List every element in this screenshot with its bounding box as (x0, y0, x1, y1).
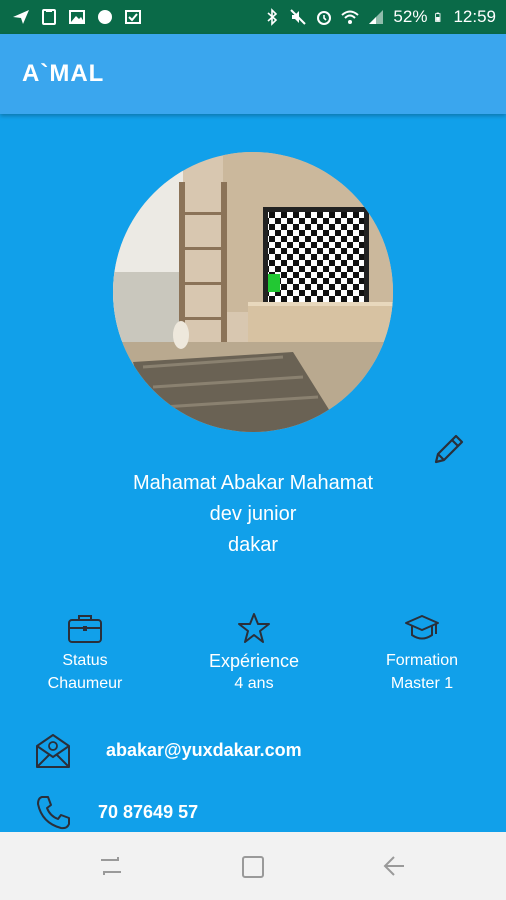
app-bar: A`MAL (0, 34, 506, 114)
email-row[interactable]: abakar@yuxdakar.com (0, 730, 506, 780)
formation-label: Formation (385, 652, 459, 669)
bluetooth-icon (267, 8, 278, 26)
status-label: Status (62, 652, 108, 669)
image-notification-icon (69, 10, 85, 24)
formation-info: Formation Master 1 (352, 612, 492, 696)
pencil-icon[interactable] (430, 432, 466, 468)
mute-icon (290, 9, 307, 25)
home-icon[interactable] (240, 854, 266, 880)
clock: 12:59 (453, 7, 496, 26)
check-notification-icon (125, 10, 141, 24)
profile-avatar[interactable] (113, 152, 393, 432)
signal-icon (369, 10, 384, 24)
phone-icon (37, 796, 70, 830)
profile-city: dakar (227, 534, 279, 556)
graduation-cap-icon (405, 615, 439, 640)
experience-value: 4 ans (234, 675, 274, 692)
email-text[interactable]: abakar@yuxdakar.com (106, 740, 302, 761)
recent-apps-icon[interactable] (98, 854, 124, 878)
back-icon[interactable] (382, 854, 408, 878)
battery-icon (435, 12, 441, 22)
envelope-at-icon (36, 734, 70, 768)
status-bar: 52% 12:59 (0, 0, 506, 34)
navigation-bar (0, 832, 506, 900)
clipboard-notification-icon (42, 9, 56, 25)
experience-label: Expérience (208, 651, 300, 671)
app-title: A`MAL (22, 60, 105, 87)
briefcase-icon (68, 615, 102, 643)
circle-notification-icon (98, 10, 112, 24)
profile-name: Mahamat Abakar Mahamat (132, 472, 374, 494)
formation-value: Master 1 (390, 675, 454, 692)
status-info: Status Chaumeur (15, 612, 155, 696)
avatar-photo (113, 152, 393, 432)
wifi-icon (341, 10, 360, 24)
battery-percentage: 52% (393, 7, 428, 26)
status-value: Chaumeur (47, 675, 123, 692)
send-notification-icon (13, 10, 29, 24)
profile-role: dev junior (209, 503, 297, 525)
alarm-icon (317, 11, 332, 25)
star-icon (238, 613, 270, 643)
phone-text[interactable]: 70 87649 57 (98, 802, 198, 823)
experience-info: Expérience 4 ans (184, 612, 324, 696)
